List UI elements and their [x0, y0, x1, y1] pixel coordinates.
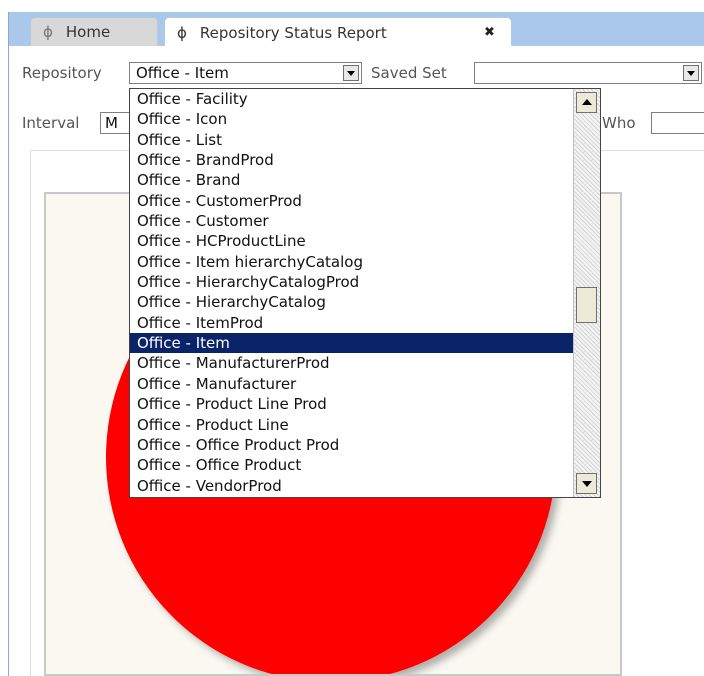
- dropdown-option[interactable]: Office - ItemProd: [130, 313, 573, 333]
- dropdown-option[interactable]: Office - Facility: [130, 89, 573, 109]
- dropdown-option[interactable]: Office - Customer: [130, 211, 573, 231]
- dropdown-option[interactable]: Office - Office Product Prod: [130, 435, 573, 455]
- chevron-down-icon[interactable]: [683, 65, 699, 81]
- saved-set-select[interactable]: [474, 62, 702, 84]
- dropdown-option[interactable]: Office - Manufacturer: [130, 374, 573, 394]
- dropdown-option[interactable]: Office - Product Line Prod: [130, 394, 573, 414]
- dropdown-option[interactable]: Office - HierarchyCatalog: [130, 292, 573, 312]
- tab-home-label: Home: [65, 23, 111, 41]
- dropdown-option[interactable]: Office - Item: [130, 333, 573, 354]
- scroll-up-arrow-icon[interactable]: [576, 92, 597, 113]
- dropdown-option[interactable]: Office - HCProductLine: [130, 231, 573, 251]
- dropdown-option[interactable]: Office - VendorProd: [130, 476, 573, 496]
- interval-label: Interval: [22, 114, 80, 132]
- dropdown-option[interactable]: Office - Brand: [130, 170, 573, 190]
- repository-dropdown-list[interactable]: Office - Facility Office - Icon Office - L…: [129, 88, 601, 498]
- who-label: Who: [602, 114, 636, 132]
- pin-icon: ϕ: [43, 23, 53, 41]
- close-tab-icon[interactable]: ✖: [484, 25, 495, 40]
- dropdown-scrollbar[interactable]: [573, 89, 600, 497]
- saved-set-label: Saved Set: [371, 64, 447, 82]
- dropdown-option[interactable]: Office - ManufacturerProd: [130, 353, 573, 373]
- repository-select[interactable]: Office - Item: [129, 62, 362, 84]
- dropdown-options: Office - Facility Office - Icon Office - L…: [130, 89, 573, 496]
- dropdown-option[interactable]: Office - Icon: [130, 109, 573, 129]
- repository-label: Repository: [22, 64, 102, 82]
- scroll-down-arrow-icon[interactable]: [576, 473, 597, 494]
- tab-home[interactable]: ϕ Home: [30, 17, 158, 46]
- interval-select-value: M: [105, 114, 118, 132]
- dropdown-option[interactable]: Office - Office Product: [130, 455, 573, 475]
- repository-select-value: Office - Item: [136, 64, 229, 82]
- dropdown-option[interactable]: Office - BrandProd: [130, 150, 573, 170]
- who-input[interactable]: [651, 112, 704, 134]
- tab-strip: ϕ Home ϕ Repository Status Report ✖: [0, 0, 704, 47]
- tab-report-label: Repository Status Report: [199, 23, 387, 42]
- dropdown-option[interactable]: Office - Product Line: [130, 415, 573, 435]
- tab-repository-status-report[interactable]: ϕ Repository Status Report: [164, 17, 512, 47]
- chevron-down-icon[interactable]: [343, 65, 359, 81]
- dropdown-option[interactable]: Office - HierarchyCatalogProd: [130, 272, 573, 292]
- dropdown-option[interactable]: Office - List: [130, 130, 573, 150]
- scrollbar-thumb[interactable]: [576, 287, 597, 323]
- dropdown-option[interactable]: Office - Item hierarchyCatalog: [130, 252, 573, 272]
- dropdown-option[interactable]: Office - CustomerProd: [130, 191, 573, 211]
- pin-icon: ϕ: [177, 23, 187, 42]
